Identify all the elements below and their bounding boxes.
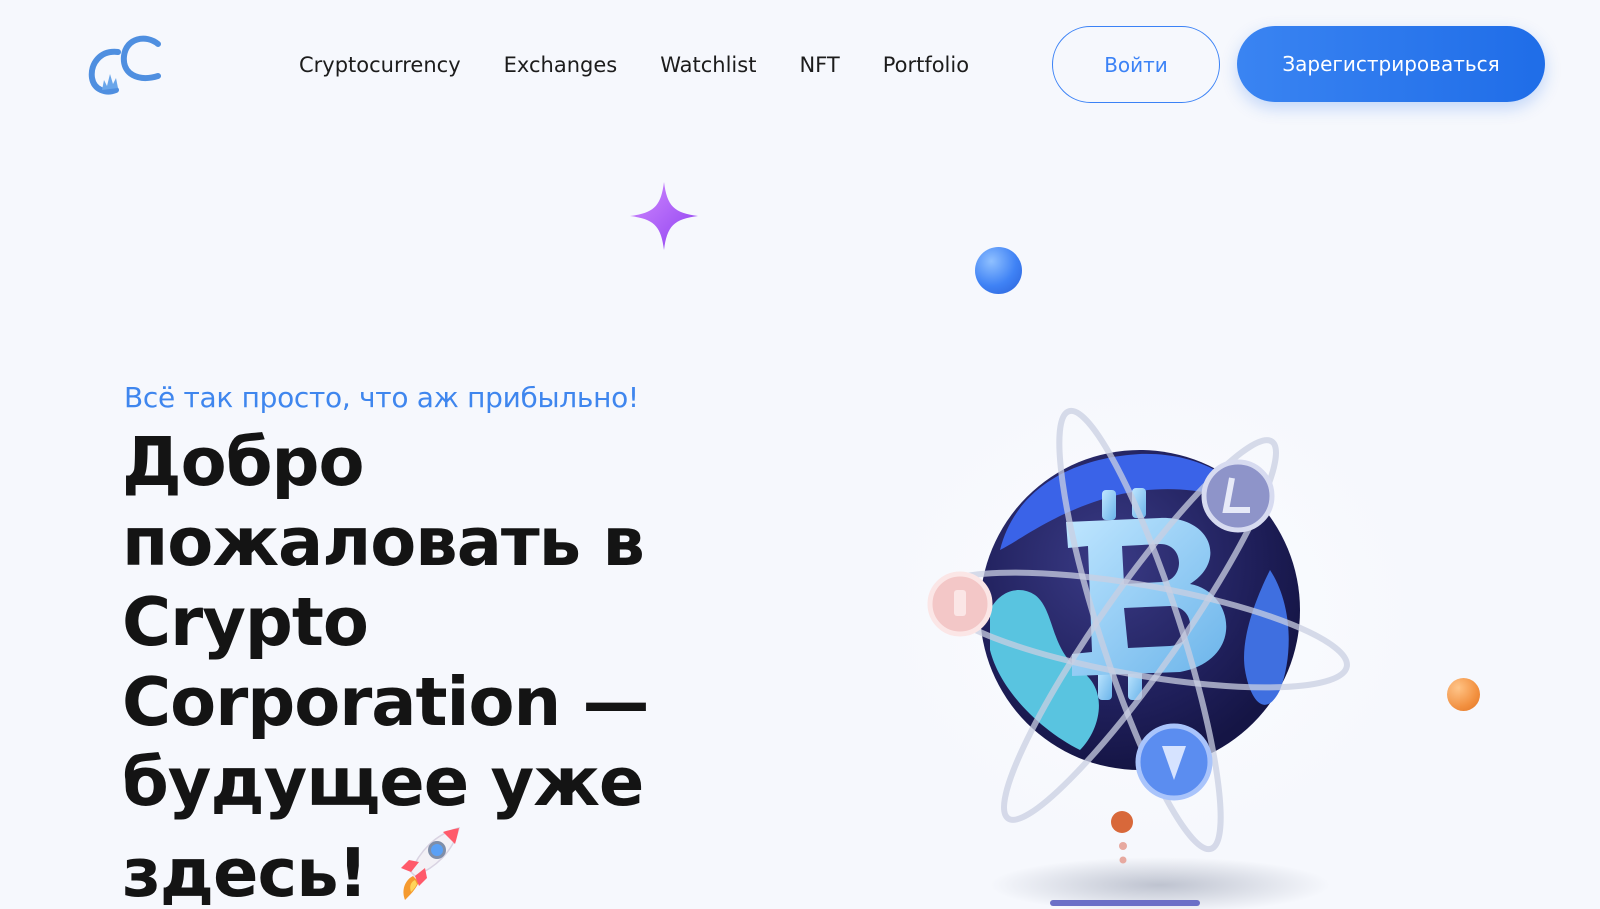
rocket-icon (401, 826, 461, 900)
hero-headline: Добро пожаловать в Crypto Corporation — … (122, 422, 762, 909)
bitcoin-globe-icon (840, 370, 1460, 909)
pink-coin (927, 571, 993, 637)
blue-sphere-decoration (975, 247, 1022, 294)
login-button[interactable]: Войти (1052, 26, 1220, 103)
nav-item-watchlist[interactable]: Watchlist (660, 50, 756, 80)
sparkle-icon (630, 182, 698, 250)
headline-line: пожаловать в (122, 503, 645, 581)
headline-line: будущее уже (122, 743, 644, 821)
headline-line: Corporation — (122, 663, 650, 741)
litecoin-coin (1201, 459, 1275, 533)
headline-line: здесь! (122, 834, 368, 909)
cc-logo-icon[interactable] (88, 34, 164, 96)
landing-page: Cryptocurrency Exchanges Watchlist NFT P… (0, 0, 1600, 909)
register-button[interactable]: Зарегистрироваться (1237, 26, 1545, 102)
headline-line: Crypto (122, 583, 369, 661)
nav-item-exchanges[interactable]: Exchanges (504, 50, 618, 80)
ethereum-coin (1135, 723, 1213, 801)
hero-tagline: Всё так просто, что аж прибыльно! (124, 381, 639, 414)
headline-line: Добро (122, 423, 364, 501)
nav-item-nft[interactable]: NFT (799, 50, 839, 80)
nav-item-portfolio[interactable]: Portfolio (883, 50, 969, 80)
nav-item-cryptocurrency[interactable]: Cryptocurrency (299, 50, 461, 80)
main-nav: Cryptocurrency Exchanges Watchlist NFT P… (299, 50, 969, 80)
